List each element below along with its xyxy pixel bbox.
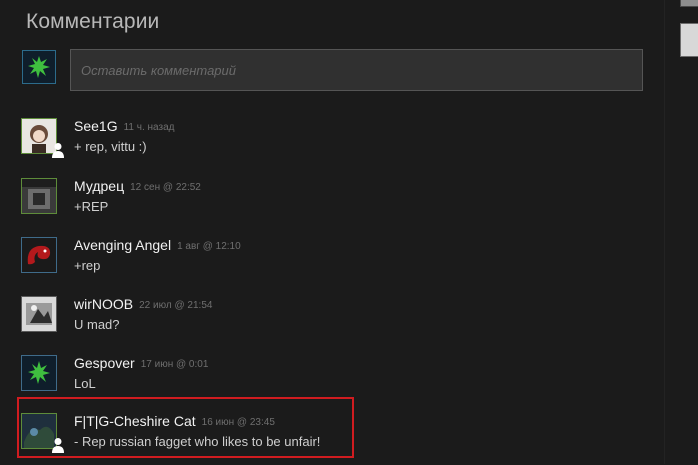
comment-timestamp: 1 авг @ 12:10 [177,241,241,252]
column-divider [664,0,665,464]
comment-author[interactable]: See1G 11 ч. назад [74,118,174,134]
user-icon [52,143,64,158]
comment-author[interactable]: Gespover 17 июн @ 0:01 [74,355,208,371]
comment-timestamp: 11 ч. назад [123,122,175,133]
razer-avatar-icon [22,356,56,390]
comment-author[interactable]: Мудрец 12 сен @ 22:52 [74,178,201,194]
side-avatar-partial[interactable] [680,0,698,7]
avatar[interactable] [21,178,57,214]
comment-item: Мудрец 12 сен @ 22:52 +REP [0,178,640,230]
comment-text: U mad? [74,317,120,332]
avatar[interactable] [21,296,57,332]
highlight-box [17,397,354,458]
comment-author[interactable]: Avenging Angel 1 авг @ 12:10 [74,237,241,253]
razer-avatar-icon [23,51,55,83]
comment-text: +REP [74,199,109,214]
my-avatar[interactable] [22,50,56,84]
comment-text: +rep [74,258,101,273]
avatar[interactable] [21,355,57,391]
page-title: Комментарии [26,10,160,33]
comment-timestamp: 12 сен @ 22:52 [130,182,201,193]
comment-item: See1G 11 ч. назад + rep, vittu :) [0,118,640,170]
comment-timestamp: 17 июн @ 0:01 [140,359,209,370]
avatar[interactable] [21,237,57,273]
comment-item: wirNOOB 22 июл @ 21:54 U mad? [0,296,640,348]
comment-author[interactable]: wirNOOB 22 июл @ 21:54 [74,296,212,312]
comment-item: Avenging Angel 1 авг @ 12:10 +rep [0,237,640,289]
comment-input[interactable] [70,49,643,91]
comment-text: LoL [74,376,96,391]
side-avatar[interactable] [680,23,698,57]
comment-timestamp: 22 июл @ 21:54 [139,300,213,311]
comment-text: + rep, vittu :) [74,139,147,154]
